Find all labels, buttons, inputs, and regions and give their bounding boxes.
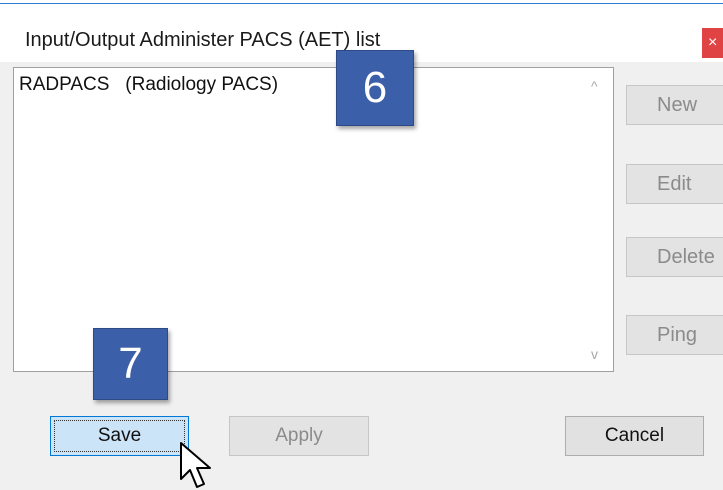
step-7-callout: 7 [93,328,168,400]
arrow-cursor-icon [180,442,211,488]
new-button[interactable]: New [626,85,723,125]
scroll-up-icon[interactable]: ^ [591,78,598,94]
window-title: Input/Output Administer PACS (AET) list [25,29,381,51]
step-6-callout: 6 [336,50,414,126]
list-item[interactable]: RADPACS (Radiology PACS) [19,74,278,96]
focus-rectangle [54,420,185,452]
edit-button[interactable]: Edit [626,164,723,204]
cancel-button[interactable]: Cancel [565,416,704,456]
scroll-down-icon[interactable]: v [591,346,598,362]
save-button[interactable]: Save [50,416,189,456]
close-button[interactable]: × [702,28,723,58]
vertical-scrollbar[interactable]: ^ v [581,67,614,372]
ping-button[interactable]: Ping [626,315,723,355]
delete-button[interactable]: Delete [626,237,723,277]
pacs-listbox[interactable]: RADPACS (Radiology PACS) [13,67,581,372]
apply-button[interactable]: Apply [229,416,369,456]
